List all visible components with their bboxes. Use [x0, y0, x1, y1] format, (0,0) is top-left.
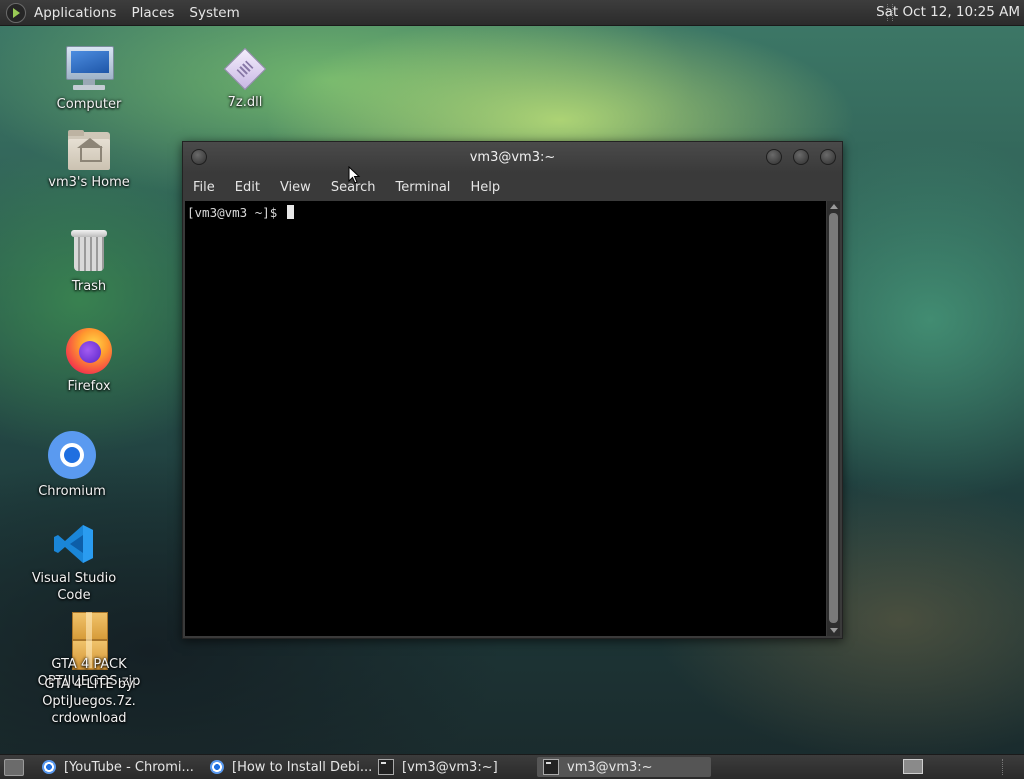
terminal-output[interactable]: [vm3@vm3 ~]$ [185, 201, 826, 636]
file-icon [223, 47, 267, 91]
taskbar-item-debian-guide[interactable]: [How to Install Debi... [204, 757, 374, 777]
maximize-button[interactable] [793, 149, 809, 165]
window-titlebar[interactable]: vm3@vm3:~ [183, 142, 842, 173]
menu-file[interactable]: File [183, 180, 225, 195]
chromium-icon [210, 760, 224, 774]
desktop-icon-label: Visual Studio Code [31, 571, 117, 603]
window-title: vm3@vm3:~ [469, 150, 556, 165]
home-folder-icon [66, 130, 112, 170]
shell-prompt: [vm3@vm3 ~]$ [187, 205, 285, 220]
chromium-icon [42, 760, 56, 774]
firefox-icon [66, 328, 112, 374]
show-desktop-icon[interactable] [4, 759, 24, 776]
scroll-down-arrow-icon[interactable] [830, 628, 838, 633]
text-cursor [286, 205, 294, 219]
desktop-icon-trash[interactable]: Trash [58, 228, 120, 295]
desktop-icon-label: GTA 4 LITE by [44, 677, 134, 692]
menu-help[interactable]: Help [460, 180, 510, 195]
desktop-icon-label: crdownload [51, 711, 127, 726]
applications-menu[interactable]: Applications [34, 5, 116, 21]
clock[interactable]: Sat Oct 12, 10:25 AM [876, 0, 1020, 25]
desktop-icon-label: Firefox [67, 379, 111, 394]
taskbar-item-terminal-active[interactable]: vm3@vm3:~ [537, 757, 711, 777]
scroll-up-arrow-icon[interactable] [830, 204, 838, 209]
desktop-icon-computer[interactable]: Computer [48, 46, 130, 113]
taskbar-item-label: [How to Install Debi... [232, 759, 373, 775]
menu-terminal[interactable]: Terminal [385, 180, 460, 195]
desktop-icon-firefox[interactable]: Firefox [58, 328, 120, 395]
scrollbar-thumb[interactable] [829, 213, 838, 623]
desktop-icon-gta-lite-label[interactable]: GTA 4 LITE by OptiJuegos.7z. crdownload [30, 676, 148, 727]
menu-edit[interactable]: Edit [225, 180, 270, 195]
desktop-icon-label: Trash [71, 279, 107, 294]
bottom-panel: [YouTube - Chromi... [How to Install Deb… [0, 754, 1024, 779]
places-menu[interactable]: Places [131, 5, 174, 21]
desktop-icon-label: 7z.dll [227, 95, 263, 110]
panel-separator [1002, 759, 1006, 775]
desktop-icon-home[interactable]: vm3's Home [42, 130, 136, 191]
desktop-icon-label: Chromium [38, 484, 106, 499]
desktop-icon-vscode[interactable]: Visual Studio Code [14, 522, 134, 604]
close-button[interactable] [820, 149, 836, 165]
top-panel: Applications Places System Sat Oct 12, 1… [0, 0, 1024, 26]
terminal-icon [378, 759, 394, 775]
terminal-icon [543, 759, 559, 775]
distro-logo-icon[interactable] [6, 2, 26, 23]
desktop-icon-label: GTA 4 PACK [51, 657, 127, 672]
taskbar-item-label: vm3@vm3:~ [567, 759, 653, 775]
menu-view[interactable]: View [270, 180, 321, 195]
terminal-menubar: File Edit View Search Terminal Help [183, 173, 842, 201]
trash-icon [69, 228, 109, 274]
terminal-window[interactable]: vm3@vm3:~ File Edit View Search Terminal… [182, 141, 843, 639]
taskbar-item-terminal-minimized[interactable]: [vm3@vm3:~] [372, 757, 538, 777]
workspace-switcher[interactable] [903, 759, 923, 774]
system-menu[interactable]: System [189, 5, 239, 21]
minimize-button[interactable] [766, 149, 782, 165]
desktop-icon-label: vm3's Home [48, 175, 130, 190]
desktop-icon-7z-dll[interactable]: 7z.dll [214, 47, 276, 111]
vscode-icon [52, 522, 96, 566]
computer-icon [65, 46, 114, 92]
desktop-icon-label: Computer [56, 97, 122, 112]
taskbar-item-label: [vm3@vm3:~] [402, 759, 498, 775]
chromium-icon [48, 431, 96, 479]
desktop-icon-label: OptiJuegos.7z. [42, 694, 136, 709]
taskbar-item-youtube[interactable]: [YouTube - Chromi... [36, 757, 202, 777]
taskbar-item-label: [YouTube - Chromi... [64, 759, 194, 775]
desktop-icon-chromium[interactable]: Chromium [36, 431, 108, 500]
terminal-scrollbar[interactable] [827, 201, 840, 636]
mouse-pointer-icon [348, 166, 361, 184]
